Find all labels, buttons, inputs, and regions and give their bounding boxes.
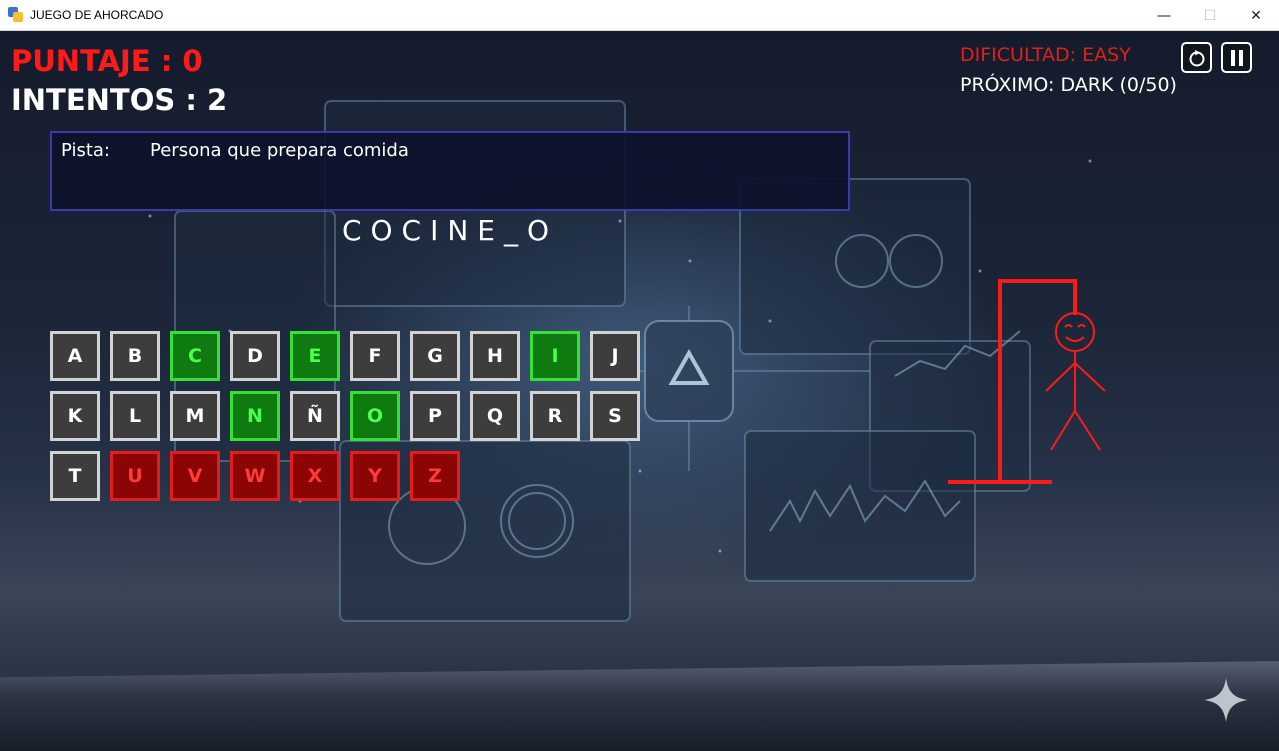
hangman-mouth <box>1065 336 1085 342</box>
hangman-arm-left <box>1045 362 1076 392</box>
maximize-button: ☐ <box>1203 7 1217 24</box>
minimize-button[interactable]: — <box>1141 0 1187 31</box>
window-controls: — ☐ ✕ <box>1141 0 1279 31</box>
hangman-eye-left <box>1064 324 1073 328</box>
game-canvas: PUNTAJE : 0 INTENTOS : 2 DIFICULTAD: EAS… <box>0 31 1279 751</box>
python-app-icon <box>8 7 24 23</box>
hangman-head <box>1055 312 1095 352</box>
hangman-eye-right <box>1077 324 1086 328</box>
window-titlebar: JUEGO DE AHORCADO — ☐ ✕ <box>0 0 1279 31</box>
hangman-arm-right <box>1074 362 1106 392</box>
hangman-leg-right <box>1074 410 1101 451</box>
window-title: JUEGO DE AHORCADO <box>30 8 164 22</box>
hangman-leg-left <box>1050 410 1076 451</box>
close-button[interactable]: ✕ <box>1233 0 1279 31</box>
sparkle-icon <box>1204 678 1248 722</box>
hangman-drawing <box>948 279 1106 484</box>
